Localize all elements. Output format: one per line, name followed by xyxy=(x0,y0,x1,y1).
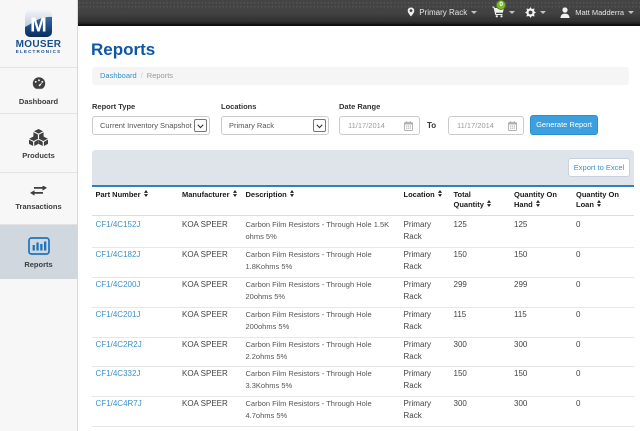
svg-text:M: M xyxy=(30,15,47,37)
